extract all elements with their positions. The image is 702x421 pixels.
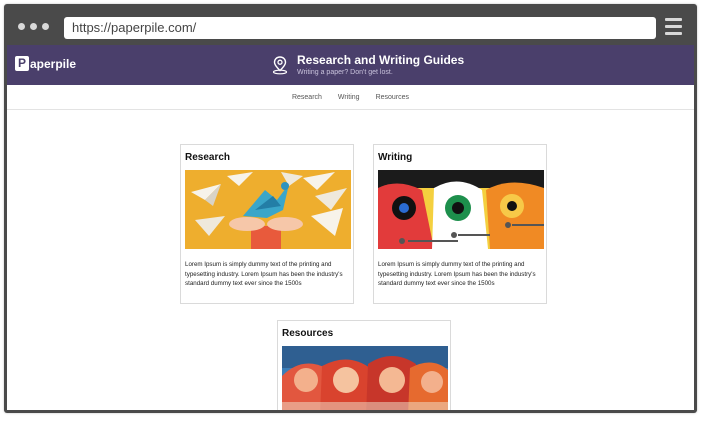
window-controls xyxy=(18,23,49,30)
guide-card-resources[interactable]: Resources xyxy=(277,320,451,410)
nav-link-resources[interactable]: Resources xyxy=(376,94,409,101)
map-pin-icon xyxy=(272,56,288,75)
logo-text: aperpile xyxy=(30,56,77,71)
writing-illustration xyxy=(378,170,544,249)
menu-icon[interactable] xyxy=(665,18,682,35)
paperpile-logo[interactable]: P aperpile xyxy=(15,56,76,71)
page-title: Research and Writing Guides xyxy=(297,53,465,67)
nav-link-research[interactable]: Research xyxy=(292,94,322,101)
page-viewport: P aperpile Research and Writing Guides W… xyxy=(7,45,694,410)
address-bar[interactable]: https://paperpile.com/ xyxy=(64,17,656,39)
window-dot-minimize[interactable] xyxy=(30,23,37,30)
window-dot-maximize[interactable] xyxy=(42,23,49,30)
page-subtitle: Writing a paper? Don't get lost. xyxy=(297,69,393,76)
card-description: Lorem Ipsum is simply dummy text of the … xyxy=(378,261,536,287)
sub-navigation: Research Writing Resources xyxy=(7,85,694,110)
guide-card-research[interactable]: Research Lorem Ipsum is simply dummy tex… xyxy=(180,144,354,304)
logo-badge: P xyxy=(15,56,29,71)
nav-link-writing[interactable]: Writing xyxy=(338,94,360,101)
card-title: Research xyxy=(185,152,231,163)
card-title: Resources xyxy=(282,328,334,339)
card-title: Writing xyxy=(378,152,413,163)
card-description: Lorem Ipsum is simply dummy text of the … xyxy=(185,261,343,287)
window-dot-close[interactable] xyxy=(18,23,25,30)
guide-card-writing[interactable]: Writing Lorem Ipsum is simply dummy text… xyxy=(373,144,547,304)
research-illustration xyxy=(185,170,351,249)
browser-window: https://paperpile.com/ P aperpile Resear… xyxy=(4,4,697,413)
resources-illustration xyxy=(282,346,448,410)
site-header: P aperpile Research and Writing Guides W… xyxy=(7,45,694,85)
